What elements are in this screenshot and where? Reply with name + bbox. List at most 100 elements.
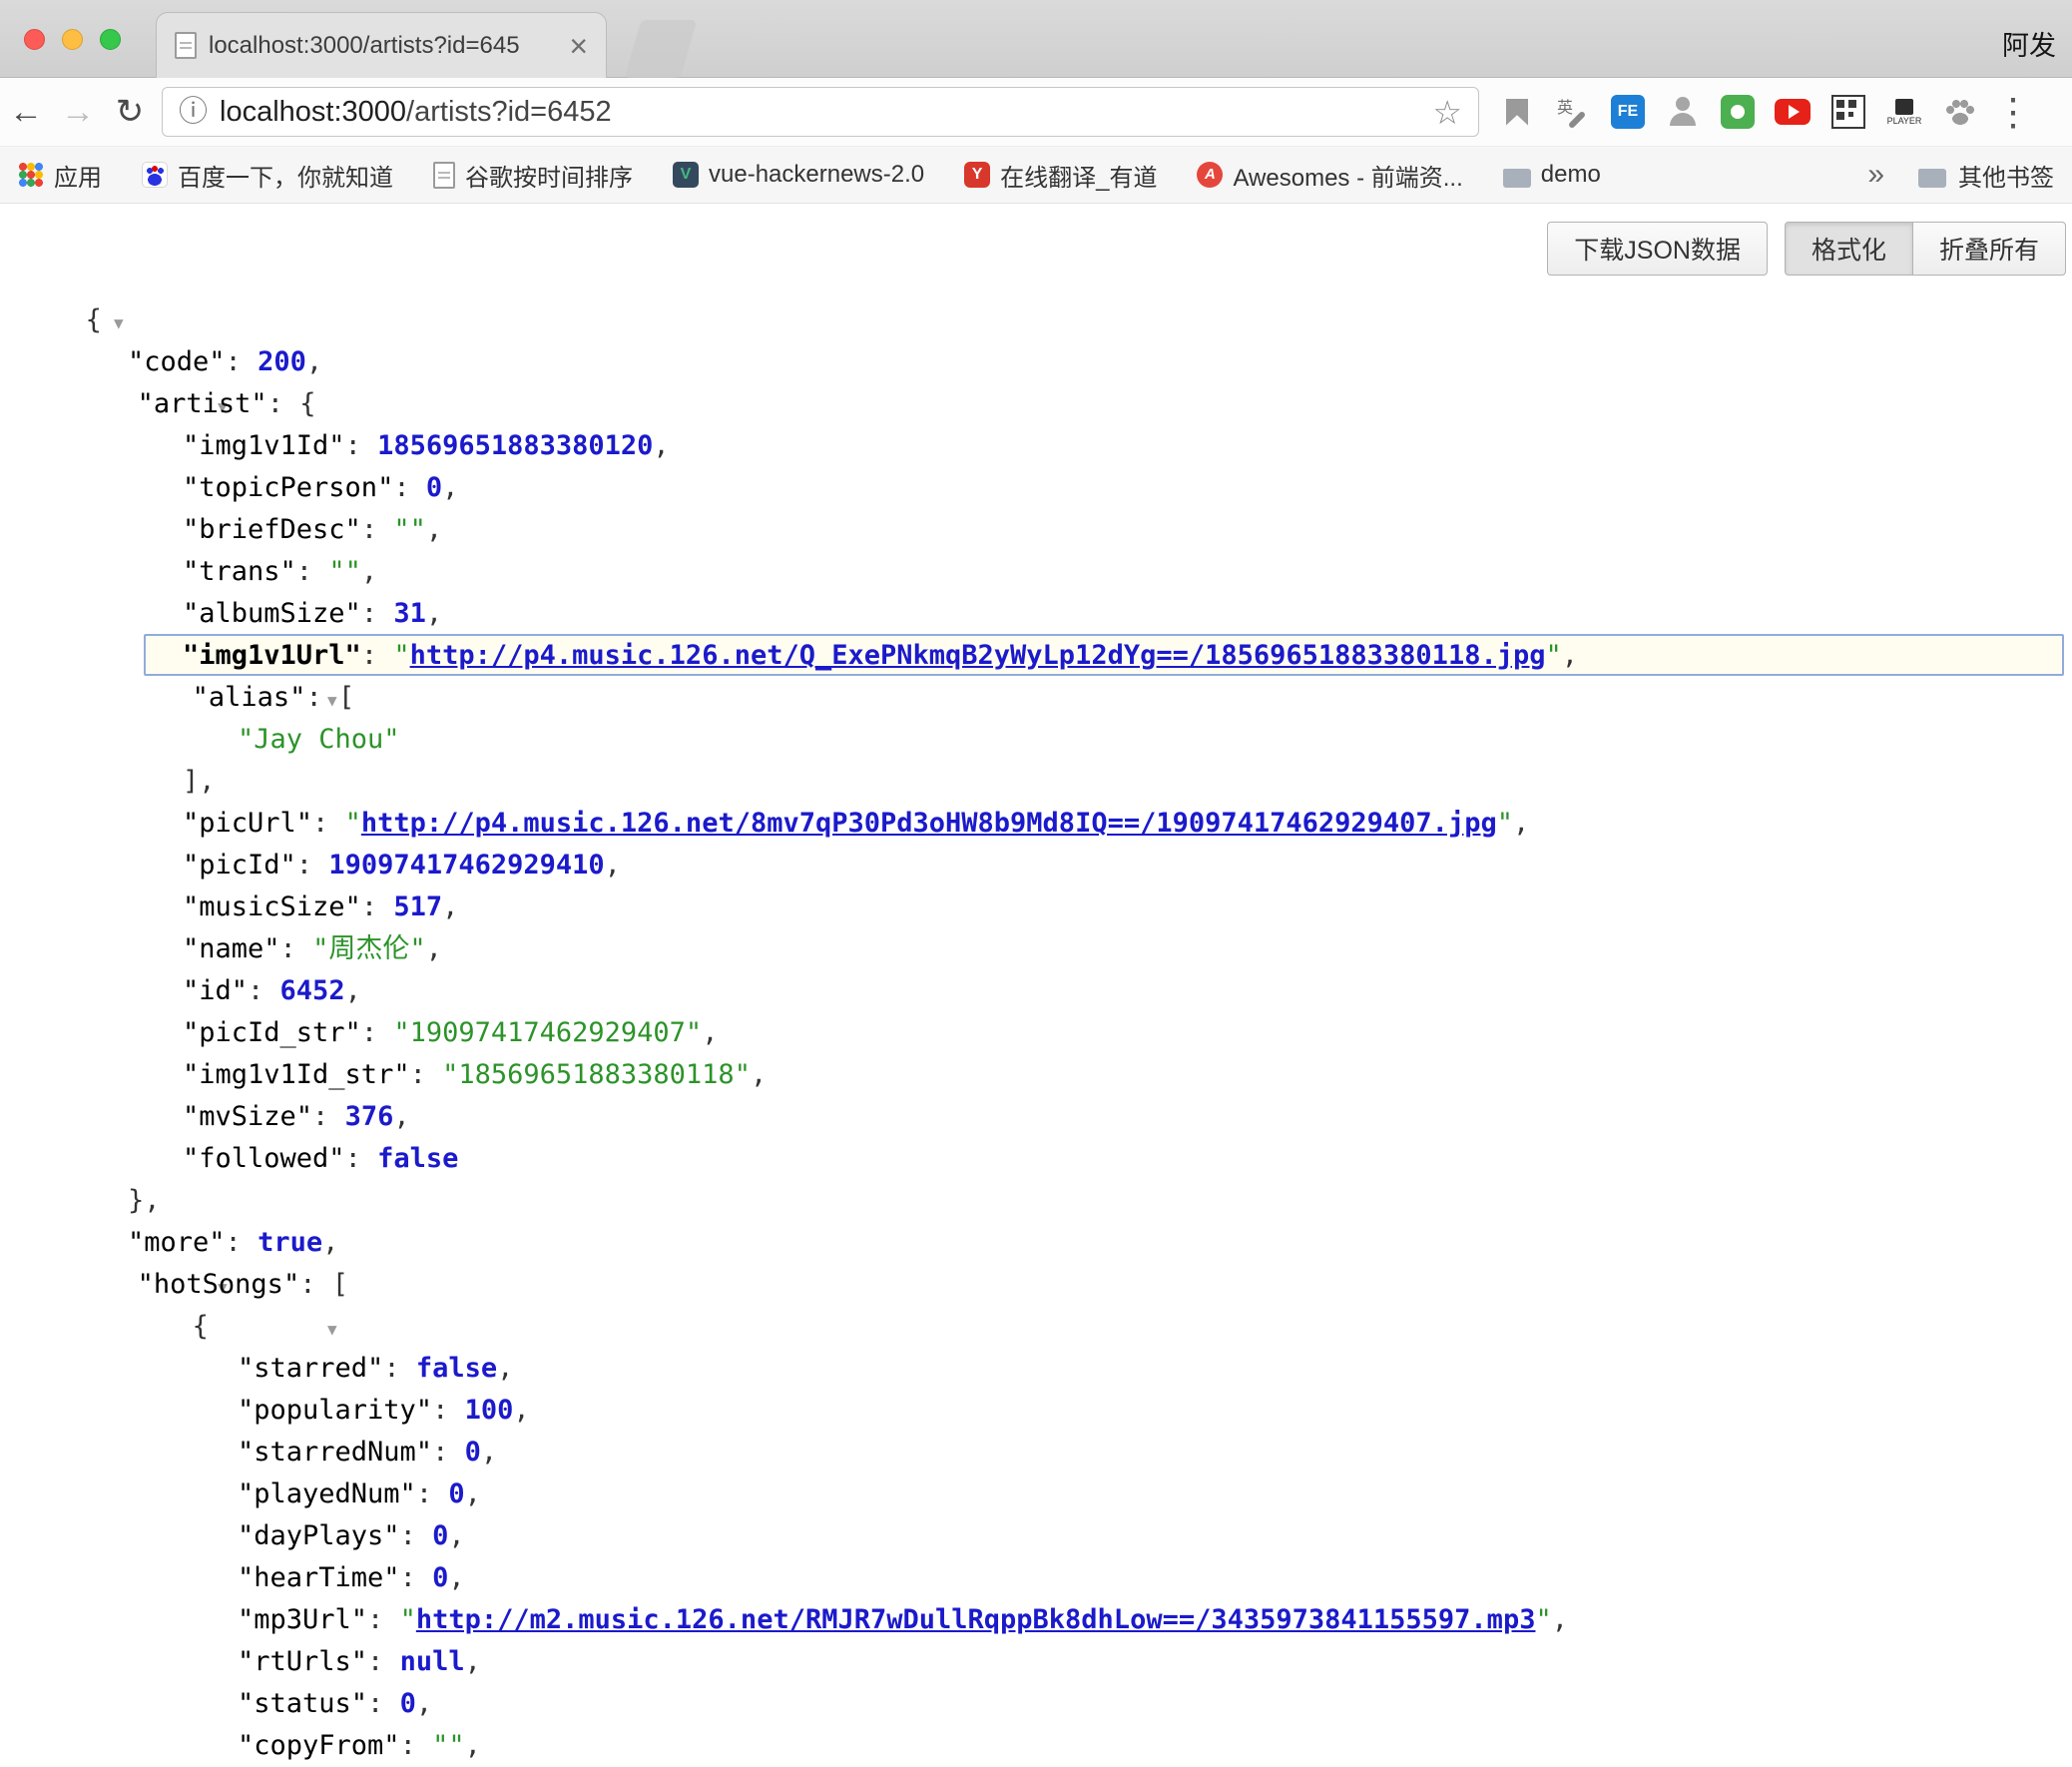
- json-token: :: [345, 430, 378, 461]
- bookmark-label: vue-hackernews-2.0: [709, 161, 924, 189]
- bookmark-baidu[interactable]: 百度一下，你就知道: [142, 158, 393, 193]
- json-token: ,: [345, 975, 361, 1006]
- json-token: ,: [605, 850, 621, 881]
- json-token: "img1v1Id_str": [183, 1059, 410, 1090]
- bookmark-label: Awesomes - 前端资...: [1233, 158, 1462, 193]
- json-line: "code": 200,: [0, 341, 2072, 383]
- json-token: 18569651883380120: [377, 430, 653, 461]
- json-token: ,: [702, 1017, 718, 1048]
- json-url-link[interactable]: http://m2.music.126.net/RMJR7wDullRqppBk…: [416, 1604, 1536, 1635]
- bookmark-youdao-translate[interactable]: Y在线翻译_有道: [964, 158, 1157, 193]
- json-token: :: [361, 1017, 394, 1048]
- json-url-link[interactable]: http://p4.music.126.net/Q_ExePNkmqB2yWyL…: [410, 640, 1546, 671]
- baidu-icon: [142, 162, 168, 188]
- json-token: ,: [322, 1227, 338, 1258]
- player-extension-icon[interactable]: PLAYER: [1886, 94, 1922, 130]
- page-info-icon[interactable]: ⓘ: [179, 98, 208, 127]
- json-line: "picUrl": "http://p4.music.126.net/8mv7q…: [0, 803, 2072, 845]
- json-line: "hearTime": 0,: [0, 1557, 2072, 1599]
- json-line: ▼{: [0, 299, 2072, 341]
- json-line: "followed": false: [0, 1138, 2072, 1180]
- back-button[interactable]: ←: [0, 93, 52, 132]
- folder-icon: [1503, 169, 1531, 188]
- tab-close-icon[interactable]: ×: [569, 30, 588, 62]
- json-line: "more": true,: [0, 1222, 2072, 1264]
- json-line: ▼"alias": [: [0, 677, 2072, 719]
- json-line: ▼"artist": {: [0, 383, 2072, 425]
- bookmarks-right: » 其他书签: [1867, 158, 2054, 193]
- download-json-button[interactable]: 下载JSON数据: [1547, 222, 1768, 276]
- json-actions: 下载JSON数据 格式化 折叠所有: [1547, 222, 2066, 276]
- close-window-button[interactable]: [24, 29, 45, 50]
- json-token: 19097417462929410: [328, 850, 604, 881]
- profile-name[interactable]: 阿发: [2002, 24, 2056, 63]
- json-token: ,: [1513, 808, 1529, 839]
- bookmark-awesomes[interactable]: A Awesomes - 前端资...: [1197, 158, 1462, 193]
- json-line: "name": "周杰伦",: [0, 928, 2072, 970]
- shield-extension-icon[interactable]: [1721, 95, 1755, 129]
- json-url-link[interactable]: http://p4.music.126.net/8mv7qP30Pd3oHW8b…: [361, 808, 1497, 839]
- youtube-extension-icon[interactable]: [1775, 94, 1811, 130]
- bookmark-vue-hackernews[interactable]: Vvue-hackernews-2.0: [673, 161, 924, 189]
- translate-extension-icon[interactable]: 英: [1555, 94, 1591, 130]
- address-bar[interactable]: ⓘ localhost:3000/artists?id=6452 ☆: [162, 87, 1479, 137]
- json-token: "img1v1Id": [183, 430, 345, 461]
- folder-icon: [1918, 169, 1946, 188]
- json-token: null: [400, 1646, 465, 1677]
- json-token: ,: [465, 1478, 481, 1509]
- json-token: ": [393, 640, 409, 671]
- json-token: ,: [481, 1437, 497, 1468]
- reload-button[interactable]: ↻: [104, 92, 156, 132]
- json-token: ": [345, 808, 361, 839]
- browser-tab[interactable]: localhost:3000/artists?id=645 ×: [156, 12, 607, 78]
- bookmark-google-sort[interactable]: 谷歌按时间排序: [433, 158, 633, 193]
- json-line: "img1v1Url": "http://p4.music.126.net/Q_…: [0, 635, 2072, 677]
- view-mode-segment: 格式化 折叠所有: [1785, 222, 2066, 276]
- json-line: ▼"hotSongs": [: [0, 1264, 2072, 1306]
- json-line: "mp3Url": "http://m2.music.126.net/RMJR7…: [0, 1599, 2072, 1641]
- json-token: ,: [448, 1562, 464, 1593]
- window-controls: [24, 29, 121, 50]
- json-line: "musicSize": 517,: [0, 886, 2072, 928]
- person-extension-icon[interactable]: [1665, 94, 1701, 130]
- other-bookmarks-label[interactable]: 其他书签: [1958, 158, 2054, 193]
- minimize-window-button[interactable]: [62, 29, 83, 50]
- json-token: "popularity": [238, 1395, 432, 1426]
- json-token: 0: [432, 1562, 448, 1593]
- json-line: "Jay Chou": [0, 719, 2072, 761]
- json-token: 6452: [280, 975, 345, 1006]
- bookmark-demo[interactable]: demo: [1503, 161, 1601, 189]
- extension-icons: 英 FE PLAYER: [1499, 94, 1978, 130]
- collapse-toggle-icon[interactable]: ▼: [327, 1320, 337, 1339]
- json-token: ": [1497, 808, 1513, 839]
- json-token: :: [345, 1143, 378, 1174]
- json-token: 376: [345, 1101, 394, 1132]
- json-line: "picId_str": "19097417462929407",: [0, 1012, 2072, 1054]
- awesomes-icon: A: [1197, 162, 1223, 188]
- bookmark-star-icon[interactable]: ☆: [1432, 96, 1462, 129]
- json-token: "picId": [183, 850, 296, 881]
- json-token: "briefDesc": [183, 514, 361, 545]
- browser-menu-icon[interactable]: ⋮: [1994, 90, 2026, 135]
- collapse-toggle-icon[interactable]: ▼: [114, 313, 124, 332]
- bookmark-label: 在线翻译_有道: [1000, 158, 1157, 193]
- json-token: 0: [432, 1520, 448, 1551]
- bookmarks-overflow-chevron[interactable]: »: [1867, 158, 1884, 192]
- qrcode-extension-icon[interactable]: [1830, 94, 1866, 130]
- format-button[interactable]: 格式化: [1785, 222, 1913, 276]
- forward-button[interactable]: →: [52, 93, 104, 132]
- collapse-all-button[interactable]: 折叠所有: [1913, 222, 2066, 276]
- paw-extension-icon[interactable]: [1942, 94, 1978, 130]
- json-line: "briefDesc": "",: [0, 509, 2072, 551]
- zoom-window-button[interactable]: [100, 29, 121, 50]
- json-token: :: [361, 598, 394, 629]
- json-token: :: [361, 640, 394, 671]
- bookmark-label: 百度一下，你就知道: [178, 158, 393, 193]
- json-viewer: ▼{"code": 200,▼"artist": { "img1v1Id": 18…: [0, 299, 2072, 1767]
- fe-extension-icon[interactable]: FE: [1611, 95, 1645, 129]
- bookmark-apps[interactable]: 应用: [18, 158, 102, 193]
- json-line: "status": 0,: [0, 1683, 2072, 1725]
- flag-extension-icon[interactable]: [1499, 94, 1535, 130]
- new-tab-button[interactable]: [625, 20, 698, 78]
- json-token: ,: [416, 1688, 432, 1719]
